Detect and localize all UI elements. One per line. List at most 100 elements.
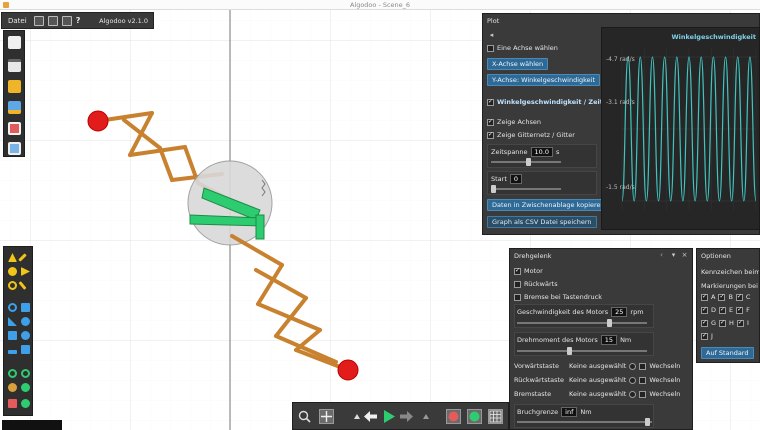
angular-velocity-chart[interactable]: Winkelgeschwindigkeit -4.7 rad/s -3.1 ra… [601, 27, 760, 230]
settings-icon[interactable] [33, 15, 44, 26]
chevron-up-icon-2[interactable] [418, 409, 433, 424]
backward-key-reset-icon[interactable] [629, 376, 637, 384]
forward-toggle-checkbox[interactable] [639, 362, 647, 370]
collision-checkbox-f[interactable]: ✓ [736, 306, 744, 314]
axis-checkbox[interactable] [487, 44, 494, 52]
collision-checkbox-e[interactable]: ✓ [719, 306, 727, 314]
time-span-slider-knob[interactable] [526, 158, 531, 166]
open-folder-icon[interactable] [8, 80, 21, 93]
breaklimit-slider[interactable] [517, 418, 652, 426]
show-axes-checkbox[interactable]: ✓ [487, 118, 494, 126]
eraser-tool-icon[interactable] [8, 399, 17, 408]
start-slider[interactable] [491, 185, 561, 193]
zoom-icon[interactable] [297, 409, 312, 424]
defaults-button[interactable]: Auf Standard [701, 347, 754, 359]
hinge-tool-icon[interactable] [8, 303, 17, 312]
fixate-tool-icon[interactable] [21, 303, 30, 312]
collision-label-a: A [711, 293, 716, 301]
collision-checkbox-a[interactable]: ✓ [701, 293, 708, 301]
zoom-tool-icon[interactable] [21, 399, 30, 408]
laser-tool-icon[interactable] [8, 383, 17, 392]
circle-tool-icon[interactable] [21, 331, 30, 340]
cut-tool-icon[interactable] [18, 281, 27, 290]
collision-checkbox-g[interactable]: ✓ [701, 319, 708, 327]
y-tick-label-3: -1.5 rad/s [606, 184, 635, 191]
save-icon[interactable] [8, 59, 21, 72]
x-axis-button[interactable]: X-Achse wählen [487, 58, 549, 70]
show-grid-checkbox[interactable]: ✓ [487, 131, 494, 139]
new-scene-icon[interactable] [8, 36, 21, 49]
brake-label: Bremse bei Tastendruck [524, 293, 602, 301]
collision-checkbox-b[interactable]: ✓ [718, 293, 726, 301]
thruster-tool-icon[interactable] [8, 369, 17, 378]
speed-slider-knob[interactable] [607, 319, 612, 327]
box-tool-icon[interactable] [8, 331, 17, 340]
rotate-tool-icon[interactable] [8, 281, 17, 290]
file-menu[interactable]: Datei [5, 17, 30, 25]
speed-slider[interactable] [517, 319, 647, 327]
close-icon[interactable]: × [680, 251, 689, 260]
brake-key-reset-icon[interactable] [629, 390, 637, 398]
move-tool-icon[interactable] [8, 267, 17, 276]
torque-slider[interactable] [517, 347, 647, 355]
gravity-icon[interactable] [446, 409, 461, 424]
chevron-left-small-icon[interactable]: ‹ [657, 251, 666, 260]
motor-checkbox[interactable]: ✓ [514, 267, 521, 275]
torque-input[interactable]: 15 [600, 335, 618, 345]
fullscreen-icon[interactable] [61, 15, 72, 26]
show-grid-row: ✓ Zeige Gitternetz / Gitter [487, 131, 575, 139]
tracer-tool-icon[interactable] [21, 369, 30, 378]
undo-icon[interactable] [363, 409, 378, 424]
collision-checkbox-c[interactable]: ✓ [735, 293, 743, 301]
window-icon[interactable] [47, 15, 58, 26]
spring-tool-icon[interactable] [8, 317, 17, 326]
gear-icon[interactable] [21, 317, 30, 326]
forward-key-value[interactable]: Keine ausgewählt [569, 362, 626, 370]
chevron-left-icon[interactable]: ◂ [487, 31, 496, 40]
speed-unit: rpm [630, 308, 644, 316]
sketch-tool-icon[interactable] [8, 253, 17, 262]
y-axis-button[interactable]: Y-Achse: Winkelgeschwindigkeit [487, 74, 601, 86]
backward-key-value[interactable]: Keine ausgewählt [569, 376, 626, 384]
breaklimit-slider-knob[interactable] [645, 418, 650, 426]
save-csv-button[interactable]: Graph als CSV Datei speichern [487, 216, 597, 228]
section-checkbox[interactable]: ✓ [487, 98, 494, 106]
tool-palette [3, 246, 33, 416]
reverse-checkbox[interactable] [514, 280, 521, 288]
help-icon[interactable]: ? [76, 16, 81, 25]
time-span-input[interactable]: 10.0 [530, 147, 554, 157]
pan-icon[interactable] [319, 409, 334, 424]
brake-key-value[interactable]: Keine ausgewählt [569, 390, 626, 398]
time-span-slider[interactable] [491, 158, 561, 166]
collision-checkbox-i[interactable]: ✓ [736, 319, 744, 327]
play-icon[interactable] [382, 409, 397, 424]
algobox-icon[interactable] [8, 122, 21, 135]
reverse-row: Rückwärts [514, 280, 558, 288]
brake-toggle-checkbox[interactable] [639, 390, 647, 398]
lessons-icon[interactable] [8, 142, 21, 155]
forward-key-reset-icon[interactable] [629, 362, 637, 370]
chevron-down-icon[interactable]: ▾ [669, 251, 678, 260]
scene-browser-icon[interactable] [8, 101, 21, 114]
chevron-up-icon[interactable] [349, 409, 364, 424]
plane-tool-icon[interactable] [8, 350, 17, 354]
torque-slider-knob[interactable] [567, 347, 572, 355]
brush-tool-icon[interactable] [18, 253, 27, 262]
collision-checkbox-h[interactable]: ✓ [719, 319, 727, 327]
start-input[interactable]: 0 [509, 174, 523, 184]
drag-tool-icon[interactable] [21, 267, 30, 276]
water-tool-icon[interactable] [21, 383, 30, 392]
brake-checkbox[interactable] [514, 293, 521, 301]
brake-key-label: Bremstaste [514, 390, 552, 398]
backward-toggle-checkbox[interactable] [639, 376, 647, 384]
redo-icon[interactable] [399, 409, 414, 424]
copy-data-button[interactable]: Daten in Zwischenablage kopieren [487, 199, 610, 211]
chain-tool-icon[interactable] [21, 345, 30, 354]
speed-input[interactable]: 25 [611, 307, 628, 317]
collision-checkbox-j[interactable]: ✓ [701, 332, 708, 340]
grid-icon[interactable] [488, 409, 503, 424]
air-friction-icon[interactable] [467, 409, 482, 424]
start-slider-knob[interactable] [491, 185, 496, 193]
collision-checkbox-d[interactable]: ✓ [701, 306, 708, 314]
breaklimit-input[interactable]: inf [561, 407, 578, 417]
